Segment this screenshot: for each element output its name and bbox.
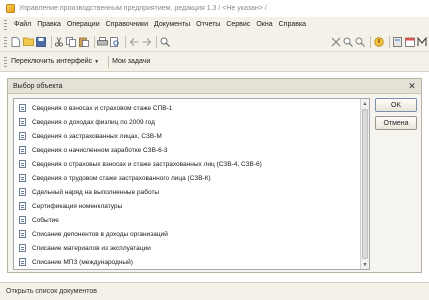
copy-icon[interactable]: [66, 36, 77, 48]
list-item-label: Сведения о взносах и страховом стаже СПВ…: [32, 104, 173, 112]
list-item[interactable]: Списание МПЗ (международный): [19, 255, 133, 269]
status-bar: Открыть список документов: [0, 282, 429, 300]
list-item-label: Сертификация номенклатуры: [32, 202, 123, 210]
list-item-label: Сдельный наряд на выполненные работы: [32, 188, 160, 196]
list-item[interactable]: Списание депонентов в доходы организаций: [19, 227, 168, 241]
switch-interface-label: Переключить интерфейс: [11, 58, 93, 65]
panel-separator: [108, 55, 110, 68]
document-icon: [19, 160, 26, 168]
list-item-label: Списание депонентов в доходы организаций: [32, 230, 168, 238]
document-icon: [19, 118, 26, 126]
document-icon: [19, 132, 26, 140]
toolbar-separator: [50, 35, 52, 48]
status-text: Открыть список документов: [6, 288, 97, 295]
document-icon: [19, 216, 26, 224]
menu-windows[interactable]: Окна: [253, 21, 275, 28]
m-icon[interactable]: [417, 36, 427, 48]
menu-edit[interactable]: Правка: [34, 21, 64, 28]
list-item[interactable]: Сведения о страховых взносах и стаже зас…: [19, 157, 262, 171]
menu-reports[interactable]: Отчеты: [193, 21, 223, 28]
list-scrollbar[interactable]: ▲ ▼: [360, 99, 369, 269]
cancel-button[interactable]: Отмена: [375, 116, 417, 130]
calculator-icon[interactable]: [393, 36, 403, 48]
dialog-title: Выбор объекта: [13, 82, 63, 90]
list-item[interactable]: Сведения о взносах и страховом стаже СПВ…: [19, 101, 172, 115]
object-list[interactable]: Сведения о взносах и страховом стаже СПВ…: [13, 98, 370, 270]
app-icon: [6, 4, 15, 13]
list-item[interactable]: Сертификация номенклатуры: [19, 199, 122, 213]
menu-file[interactable]: Файл: [11, 21, 34, 28]
list-item-label: Сведения о начисленном заработке СЗВ-6-3: [32, 146, 168, 154]
menu-catalogs[interactable]: Справочники: [103, 21, 151, 28]
document-icon: [19, 258, 26, 266]
menu-operations[interactable]: Операции: [64, 21, 103, 28]
document-icon: [19, 188, 26, 196]
save-icon[interactable]: [35, 36, 46, 48]
list-item[interactable]: Списание материалов из эксплуатации: [19, 241, 151, 255]
back-icon[interactable]: [129, 36, 139, 48]
list-item[interactable]: Сведения о трудовом стаже застрахованног…: [19, 171, 211, 185]
list-item[interactable]: Событие: [19, 213, 59, 227]
toolbar-separator: [389, 35, 390, 48]
main-toolbar: [0, 32, 429, 52]
list-item-label: Списание материалов из эксплуатации: [32, 244, 151, 252]
list-item-label: Сведения о трудовом стаже застрахованног…: [32, 174, 211, 182]
dialog-header: Выбор объекта: [8, 79, 421, 94]
list-item-label: Сведения о доходах физлиц по 2009 год: [32, 118, 155, 126]
find-prev-icon[interactable]: [343, 36, 354, 48]
list-item-label: Событие: [32, 216, 59, 224]
paste-icon[interactable]: [78, 36, 89, 48]
list-item[interactable]: Сведения о застрахованных лицах, СЗВ-М: [19, 129, 162, 143]
panel-bar: Переключить интерфейс ▼ Мои задачи: [0, 52, 429, 72]
toolbar-separator: [370, 35, 372, 48]
cut-icon[interactable]: [54, 36, 64, 48]
ok-button[interactable]: OK: [375, 98, 417, 112]
title-bar: Управление производственным предприятием…: [0, 0, 429, 17]
scroll-thumb[interactable]: [362, 109, 368, 259]
toolbar-separator: [125, 35, 127, 48]
my-tasks-button[interactable]: Мои задачи: [112, 58, 150, 65]
list-item[interactable]: Сведения о доходах физлиц по 2009 год: [19, 115, 155, 129]
toolbar-grip: [4, 36, 7, 47]
my-tasks-label: Мои задачи: [112, 58, 151, 65]
toolbar-separator: [156, 35, 158, 48]
menu-bar: Файл Правка Операции Справочники Докумен…: [0, 17, 429, 32]
open-icon[interactable]: [22, 36, 34, 48]
search-icon[interactable]: [160, 36, 171, 48]
document-icon: [19, 230, 26, 238]
switch-interface-button[interactable]: Переключить интерфейс ▼: [11, 58, 99, 65]
scroll-down-icon[interactable]: ▼: [361, 260, 369, 269]
document-icon: [19, 104, 26, 112]
print-icon[interactable]: [97, 36, 109, 48]
menu-help[interactable]: Справка: [276, 21, 309, 28]
preview-icon[interactable]: [110, 36, 120, 48]
document-icon: [19, 244, 26, 252]
help-icon[interactable]: [374, 36, 384, 48]
menu-service[interactable]: Сервис: [223, 21, 253, 28]
close-icon[interactable]: ✕: [407, 81, 417, 91]
calendar-icon[interactable]: [405, 36, 415, 48]
list-item[interactable]: Сдельный наряд на выполненные работы: [19, 185, 159, 199]
list-item-label: Списание МПЗ (международный): [32, 258, 133, 266]
window-title: Управление производственным предприятием…: [19, 5, 267, 12]
panel-grip: [4, 56, 7, 67]
scroll-up-icon[interactable]: ▲: [361, 99, 369, 108]
document-icon: [19, 174, 26, 182]
list-item[interactable]: Сведения о начисленном заработке СЗВ-6-3: [19, 143, 168, 157]
document-icon: [19, 202, 26, 210]
list-item-label: Сведения о застрахованных лицах, СЗВ-М: [32, 132, 162, 140]
menu-grip: [4, 19, 7, 30]
toolbar-separator: [93, 35, 95, 48]
select-object-dialog: Выбор объекта ✕ Сведения о взносах и стр…: [7, 78, 422, 273]
list-item-label: Сведения о страховых взносах и стаже зас…: [32, 160, 262, 168]
new-icon[interactable]: [11, 36, 21, 48]
document-icon: [19, 146, 26, 154]
find-next-icon[interactable]: [331, 36, 341, 48]
chevron-down-icon: ▼: [94, 58, 100, 65]
forward-icon[interactable]: [141, 36, 151, 48]
menu-documents[interactable]: Документы: [151, 21, 193, 28]
find-all-icon[interactable]: [355, 36, 366, 48]
